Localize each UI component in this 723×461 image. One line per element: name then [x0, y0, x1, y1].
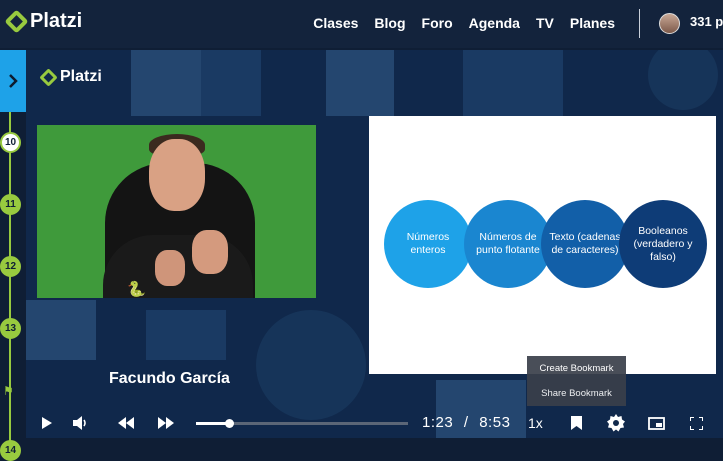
main-nav: Clases Blog Foro Agenda TV Planes: [313, 15, 615, 31]
platzi-logo-icon: [39, 67, 58, 87]
player-controls: 1:23 / 8:53 1x: [26, 408, 723, 438]
presenter-name: Facundo García: [109, 370, 230, 387]
time-separator: /: [463, 414, 469, 431]
play-icon: [41, 417, 52, 429]
video-watermark: Platzi: [39, 67, 102, 87]
logo-text: Platzi: [30, 10, 83, 32]
bookmark-icon: [570, 416, 582, 430]
nav-clases[interactable]: Clases: [313, 15, 358, 31]
bg-shape: [256, 310, 366, 420]
bg-shape: [146, 310, 226, 360]
bg-shape: [26, 300, 96, 360]
timeline-line: [9, 112, 11, 451]
nav-foro[interactable]: Foro: [422, 15, 453, 31]
timeline-item-10[interactable]: 10: [0, 132, 21, 153]
bg-shape: [131, 50, 201, 116]
bg-shape: [326, 50, 394, 116]
playback-speed-button[interactable]: 1x: [528, 415, 543, 431]
share-bookmark-item[interactable]: Share Bookmark: [527, 381, 626, 406]
nav-divider: [639, 9, 640, 38]
forward-button[interactable]: [157, 408, 175, 438]
settings-button[interactable]: [606, 408, 626, 438]
top-navbar: Platzi Clases Blog Foro Agenda TV Planes…: [0, 0, 723, 48]
python-logo-icon: 🐍: [127, 281, 146, 298]
bookmark-menu: Create Bookmark Share Bookmark: [527, 356, 626, 406]
slide-circle-texto: Texto (cadenas de caracteres): [541, 200, 629, 288]
volume-button[interactable]: [72, 408, 90, 438]
bg-shape: [201, 50, 261, 116]
rewind-button[interactable]: [117, 408, 135, 438]
current-time: 1:23: [422, 414, 454, 431]
timeline-item-13[interactable]: 13: [0, 318, 21, 339]
presenter-camera: 🐍: [37, 125, 316, 298]
nav-blog[interactable]: Blog: [374, 15, 405, 31]
platzi-logo[interactable]: Platzi: [4, 9, 83, 34]
platzi-logo-icon: [4, 9, 29, 34]
time-display: 1:23 / 8:53: [422, 414, 510, 431]
slide-circle-booleanos: Booleanos (verdadero y falso): [619, 200, 707, 288]
create-bookmark-item[interactable]: Create Bookmark: [527, 356, 626, 381]
seek-bar-handle[interactable]: [224, 419, 234, 428]
chevron-right-icon: [9, 74, 18, 88]
flag-icon: ⚑: [3, 384, 14, 398]
presenter-hand: [192, 230, 228, 274]
nav-tv[interactable]: TV: [536, 15, 554, 31]
presenter-head: [149, 139, 205, 211]
sidebar-toggle-button[interactable]: [0, 50, 26, 112]
seek-bar[interactable]: [196, 419, 408, 428]
nav-planes[interactable]: Planes: [570, 15, 615, 31]
pip-button[interactable]: [646, 408, 666, 438]
forward-icon: [158, 417, 174, 429]
user-avatar[interactable]: [659, 13, 680, 34]
timeline-item-12[interactable]: 12: [0, 256, 21, 277]
rewind-icon: [118, 417, 134, 429]
fullscreen-button[interactable]: [686, 408, 706, 438]
bookmark-button[interactable]: [568, 408, 584, 438]
watermark-text: Platzi: [60, 68, 102, 85]
slide-circle-flotante: Números de punto flotante: [464, 200, 552, 288]
bg-shape: [648, 50, 718, 110]
slide: Números enteros Números de punto flotant…: [369, 116, 716, 374]
pip-icon: [647, 416, 665, 430]
fullscreen-icon: [689, 416, 703, 430]
user-points[interactable]: 331 p: [690, 14, 723, 29]
bg-shape: [463, 50, 563, 116]
volume-icon: [73, 416, 86, 430]
timeline-item-11[interactable]: 11: [0, 194, 21, 215]
presenter-hand: [155, 250, 185, 286]
slide-circle-enteros: Números enteros: [384, 200, 472, 288]
nav-agenda[interactable]: Agenda: [469, 15, 520, 31]
play-button[interactable]: [38, 408, 54, 438]
settings-icon: [607, 414, 625, 432]
duration: 8:53: [479, 414, 511, 431]
